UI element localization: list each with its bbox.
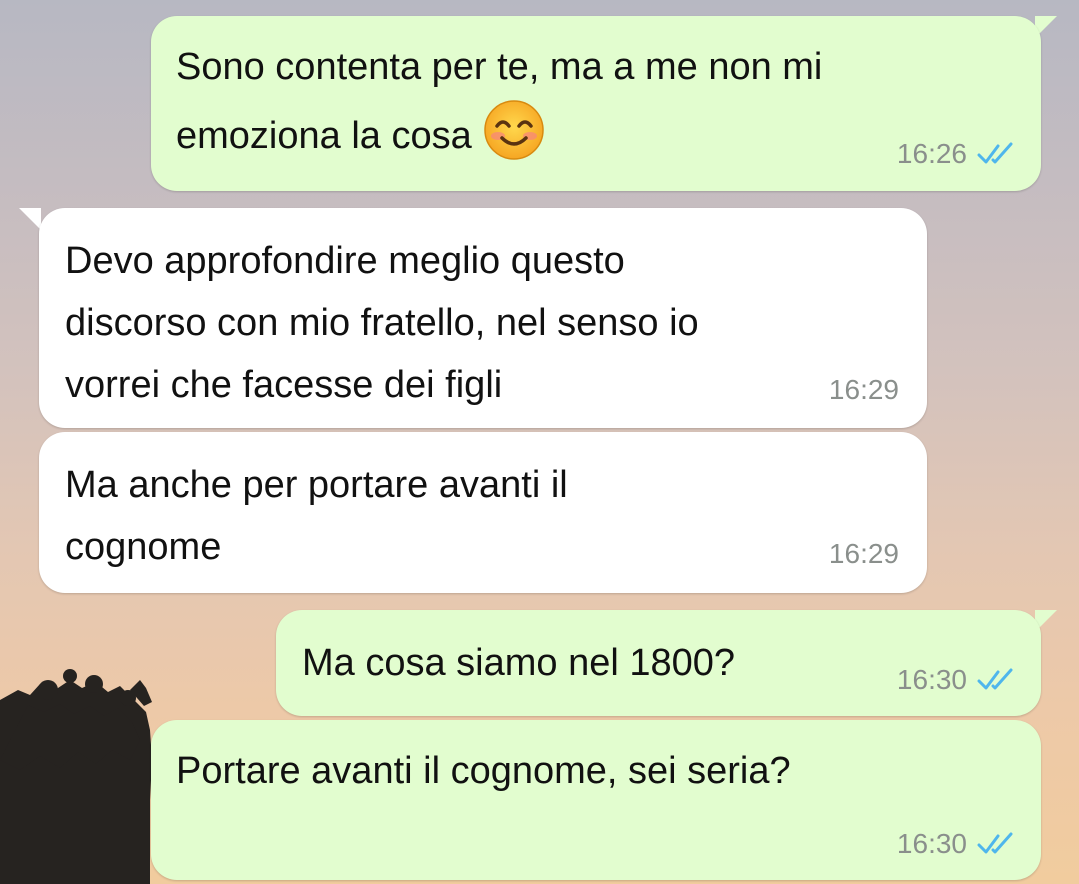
message-text: Sono contenta per te, ma a me non mi emo… (176, 36, 822, 167)
smiling-face-with-smiling-eyes-icon (484, 100, 545, 160)
message-bubble-incoming[interactable]: Ma anche per portare avanti il cognome 1… (39, 432, 927, 593)
incoming-bubble-tail (19, 208, 41, 230)
message-time: 16:26 (896, 138, 967, 169)
double-check-read-icon (977, 668, 1013, 690)
message-bubble-incoming[interactable]: Devo approfondire meglio questo discorso… (39, 208, 927, 428)
message-bubble-outgoing[interactable]: Ma cosa siamo nel 1800? 16:30 (276, 610, 1041, 716)
message-time: 16:29 (828, 374, 899, 405)
message-meta: 16:30 (897, 664, 1015, 696)
message-meta: 16:29 (829, 374, 899, 406)
message-text: Ma cosa siamo nel 1800? (302, 642, 736, 684)
tree-silhouette (0, 669, 152, 884)
message-time: 16:29 (828, 538, 899, 569)
double-check-read-icon (977, 832, 1013, 854)
message-time: 16:30 (896, 664, 967, 695)
message-meta: 16:29 (829, 538, 899, 570)
message-text: Devo approfondire meglio questo discorso… (65, 240, 699, 406)
message-meta: 16:26 (897, 138, 1015, 170)
message-meta: 16:30 (897, 828, 1015, 860)
message-text: Ma anche per portare avanti il cognome (65, 464, 568, 568)
message-bubble-outgoing[interactable]: Sono contenta per te, ma a me non mi emo… (151, 16, 1041, 191)
message-bubble-outgoing[interactable]: Portare avanti il cognome, sei seria? 16… (151, 720, 1041, 880)
double-check-read-icon (977, 142, 1013, 164)
message-time: 16:30 (896, 828, 967, 859)
message-text: Portare avanti il cognome, sei seria? (176, 750, 791, 792)
